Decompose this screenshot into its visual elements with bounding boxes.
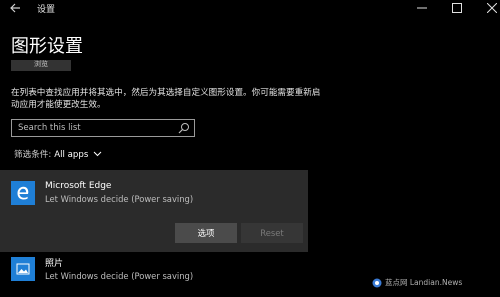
title-bar: 设置	[0, 0, 500, 22]
page-title: 图形设置	[11, 36, 83, 57]
edge-logo-icon	[17, 186, 29, 200]
search-input[interactable]: Search this list	[11, 119, 195, 137]
app-card-edge[interactable]: Microsoft Edge Let Windows decide (Power…	[0, 170, 308, 252]
chevron-down-icon	[93, 151, 102, 157]
watermark-text: 蓝点网 Landian.News	[385, 278, 463, 287]
reset-button[interactable]: Reset	[241, 223, 303, 243]
image-icon	[16, 263, 30, 275]
minimize-icon	[417, 7, 427, 9]
watermark-logo-icon	[372, 278, 382, 288]
search-placeholder: Search this list	[18, 123, 81, 133]
edge-icon	[11, 181, 35, 205]
filter-label: 筛选条件:	[14, 150, 52, 160]
filter-dropdown[interactable]: 筛选条件: All apps	[14, 149, 102, 163]
browse-button[interactable]: 浏览	[11, 60, 71, 71]
search-icon	[178, 123, 189, 134]
app-gpu-setting: Let Windows decide (Power saving)	[45, 194, 194, 204]
photos-icon	[11, 257, 35, 281]
app-name: Microsoft Edge	[45, 181, 112, 191]
back-button[interactable]	[8, 2, 22, 18]
app-name-photos[interactable]: 照片	[45, 258, 63, 270]
options-button[interactable]: 选项	[175, 223, 237, 243]
filter-value: All apps	[54, 150, 89, 160]
maximize-icon	[452, 3, 462, 13]
minimize-button[interactable]	[406, 0, 438, 20]
page-description: 在列表中查找应用并将其选中，然后为其选择自定义图形设置。你可能需要重新启动应用才…	[11, 88, 321, 110]
close-button[interactable]	[476, 0, 500, 20]
back-arrow-icon	[10, 3, 20, 13]
app-gpu-setting-photos: Let Windows decide (Power saving)	[45, 271, 194, 281]
maximize-button[interactable]	[441, 0, 473, 20]
close-icon	[486, 2, 498, 14]
window-title: 设置	[37, 5, 56, 15]
watermark: 蓝点网 Landian.News	[372, 276, 462, 290]
